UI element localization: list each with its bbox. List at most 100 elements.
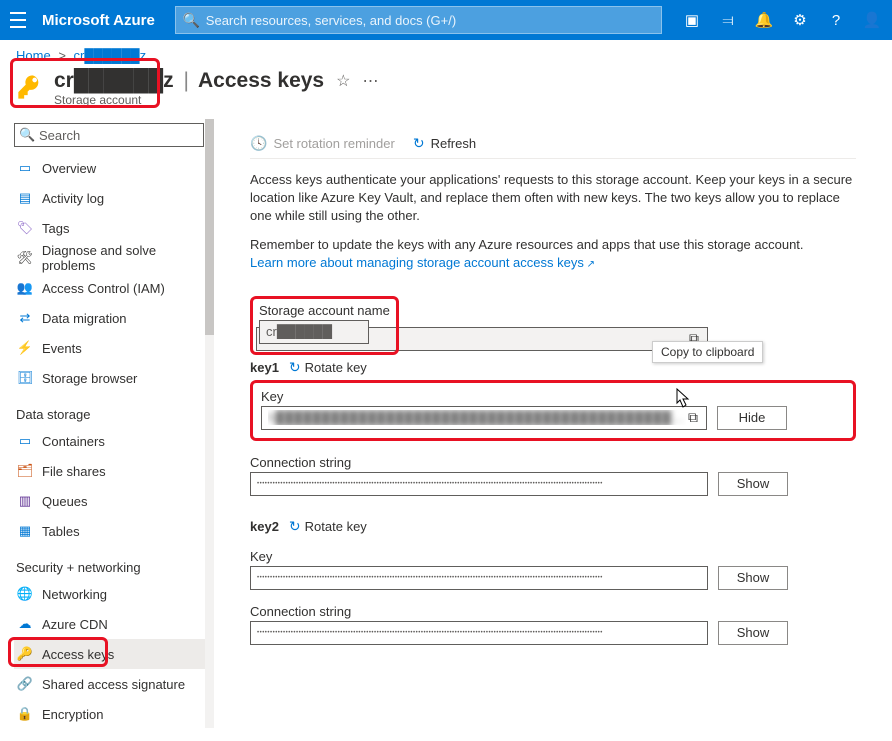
set-rotation-label: Set rotation reminder [273,136,394,151]
key-icon [16,73,44,101]
nav-icon: 🔑 [16,645,34,663]
key2-conn-field: ••••••••••••••••••••••••••••••••••••••••… [250,621,708,645]
key2-key-field: ••••••••••••••••••••••••••••••••••••••••… [250,566,708,590]
sidebar-item-events[interactable]: ⚡Events [14,333,212,363]
sidebar-item-queues[interactable]: ▥Queues [14,486,212,516]
search-input[interactable] [175,6,662,34]
breadcrumb-sep: > [58,48,66,63]
command-bar: 🕓 Set rotation reminder ↻ Refresh [250,129,856,159]
page-name: Access keys [198,69,324,92]
description-1: Access keys authenticate your applicatio… [250,171,856,226]
sidebar-item-activity-log[interactable]: ▤Activity log [14,183,212,213]
rotate-icon: ↻ [289,518,301,535]
breadcrumb: Home > cr██████z [0,40,892,67]
sidebar-item-data-migration[interactable]: ⇄Data migration [14,303,212,333]
storage-name-label: Storage account name [259,303,390,318]
sidebar-item-label: Diagnose and solve problems [42,243,212,273]
sidebar-item-diagnose-and-solve-problems[interactable]: 🛠Diagnose and solve problems [14,243,212,273]
breadcrumb-current[interactable]: cr██████z [74,48,147,63]
sidebar-item-label: Access Control (IAM) [42,281,165,296]
rotate-key1-button[interactable]: ↻ Rotate key [289,359,367,376]
sidebar-item-containers[interactable]: ▭Containers [14,426,212,456]
sidebar-item-label: Encryption [42,707,103,722]
main-pane: 🕓 Set rotation reminder ↻ Refresh Access… [214,119,892,732]
topbar-icons: ▣ ⫤ 🔔 ⚙ ? 👤 [682,10,882,30]
nav-icon: 🌐 [16,585,34,603]
sidebar-item-tables[interactable]: ▦Tables [14,516,212,546]
sidebar-item-label: Azure CDN [42,617,108,632]
account-icon[interactable]: 👤 [862,10,882,30]
nav-icon: 🔗 [16,675,34,693]
sidebar-item-microsoft-defender-for-cloud[interactable]: 🛡Microsoft Defender for Cloud [14,729,212,732]
key2-conn-label: Connection string [250,604,856,619]
highlight-box-key1: Key h███████████████████████████████████… [250,380,856,441]
brand-label[interactable]: Microsoft Azure [42,12,155,29]
nav-icon: 🔒 [16,705,34,723]
favorite-star-icon[interactable]: ☆ [336,71,350,91]
sidebar-item-access-keys[interactable]: 🔑Access keys [14,639,212,669]
resource-name: cr██████z [54,69,174,92]
key1-conn-label: Connection string [250,455,856,470]
key1-conn-field: ••••••••••••••••••••••••••••••••••••••••… [250,472,708,496]
cursor-pointer-icon [671,387,693,413]
key1-key-label: Key [261,389,845,404]
key1-name: key1 [250,360,279,375]
page-title: cr██████z | Access keys [54,69,324,93]
sidebar-item-label: Tags [42,221,69,236]
description-2: Remember to update the keys with any Azu… [250,236,856,272]
sidebar-item-azure-cdn[interactable]: ☁ Azure CDN [14,609,212,639]
sidebar-item-shared-access-signature[interactable]: 🔗Shared access signature [14,669,212,699]
learn-more-link[interactable]: Learn more about managing storage accoun… [250,255,595,270]
key2-conn-value: ••••••••••••••••••••••••••••••••••••••••… [257,630,701,636]
search-icon: 🔍 [19,127,35,143]
sidebar-search-input[interactable] [14,123,204,147]
sidebar-item-label: Data migration [42,311,127,326]
notifications-icon[interactable]: 🔔 [754,10,774,30]
sidebar-item-networking[interactable]: 🌐Networking [14,579,212,609]
set-rotation-reminder-button[interactable]: 🕓 Set rotation reminder [250,135,395,152]
nav-icon: 🗄 [16,369,34,387]
sidebar-scrollbar[interactable] [205,119,214,728]
nav-icon: ▭ [16,432,34,450]
top-bar: Microsoft Azure 🔍 ▣ ⫤ 🔔 ⚙ ? 👤 [0,0,892,40]
more-actions-icon[interactable]: ⋯ [362,71,379,91]
hide-key1-button[interactable]: Hide [717,406,787,430]
filter-icon[interactable]: ⫤ [718,10,738,30]
nav-icon: 🏷 [16,219,34,237]
refresh-button[interactable]: ↻ Refresh [413,135,476,152]
settings-gear-icon[interactable]: ⚙ [790,10,810,30]
nav-icon: 👥 [16,279,34,297]
storage-name-value: cr██████ [266,324,362,339]
hamburger-icon[interactable] [10,10,30,30]
show-key2-button[interactable]: Show [718,566,788,590]
sidebar-item-tags[interactable]: 🏷 Tags [14,213,212,243]
breadcrumb-home[interactable]: Home [16,48,51,63]
sidebar-item-label: File shares [42,464,106,479]
key1-key-value: h███████████████████████████████████████… [268,410,686,425]
cloud-shell-icon[interactable]: ▣ [682,10,702,30]
sidebar-item-file-shares[interactable]: 🗂File shares [14,456,212,486]
rotate-key2-button[interactable]: ↻ Rotate key [289,518,367,535]
search-icon: 🔍 [183,12,200,29]
refresh-icon: ↻ [413,135,425,152]
copy-tooltip: Copy to clipboard [652,341,763,363]
sidebar-item-access-control-iam-[interactable]: 👥 Access Control (IAM) [14,273,212,303]
sidebar-item-encryption[interactable]: 🔒 Encryption [14,699,212,729]
help-icon[interactable]: ? [826,10,846,30]
sidebar: 🔍 « ▭Overview▤Activity log🏷Tags🛠Diagnose… [0,119,214,732]
content-area: 🔍 « ▭Overview▤Activity log🏷Tags🛠Diagnose… [0,119,892,732]
refresh-label: Refresh [431,136,477,151]
show-key2-conn-button[interactable]: Show [718,621,788,645]
sidebar-item-storage-browser[interactable]: 🗄 Storage browser [14,363,212,393]
sidebar-item-label: Overview [42,161,96,176]
sidebar-item-label: Tables [42,524,80,539]
sidebar-item-overview[interactable]: ▭Overview [14,153,212,183]
storage-name-field: cr██████ [259,320,369,344]
rotate-icon: ↻ [289,359,301,376]
sidebar-scrollbar-thumb[interactable] [205,119,214,335]
nav-icon: ▤ [16,189,34,207]
key1-conn-value: ••••••••••••••••••••••••••••••••••••••••… [257,481,701,487]
sidebar-item-label: Storage browser [42,371,137,386]
show-key1-conn-button[interactable]: Show [718,472,788,496]
nav-icon: ☁ [16,615,34,633]
